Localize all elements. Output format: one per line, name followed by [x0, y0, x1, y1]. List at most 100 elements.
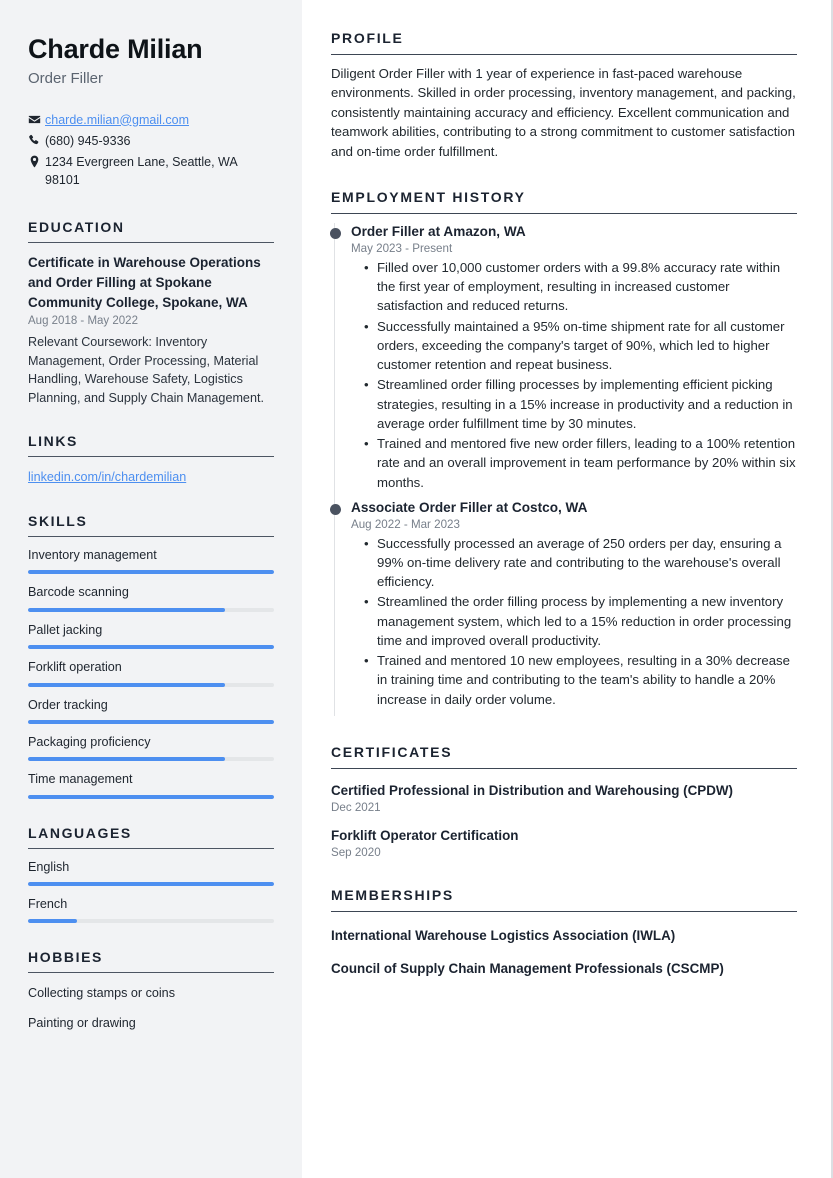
skill-item: Packaging proficiency	[28, 734, 274, 762]
profile-text: Diligent Order Filler with 1 year of exp…	[331, 66, 796, 159]
employment-date: Aug 2022 - Mar 2023	[351, 517, 460, 531]
employment-entry: Associate Order Filler at Costco, WA Aug …	[329, 499, 797, 716]
skill-item-label: Barcode scanning	[28, 585, 129, 600]
certificate-date: Dec 2021	[331, 801, 381, 815]
skill-item-label: Time management	[28, 772, 133, 787]
memberships-heading: MEMBERSHIPS	[331, 887, 797, 913]
languages-list: English French	[28, 859, 274, 924]
contact-email[interactable]: charde.milian@gmail.com	[45, 111, 274, 129]
employment-section: EMPLOYMENT HISTORY Order Filler at Amazo…	[329, 189, 797, 716]
skill-item-label: Pallet jacking	[28, 622, 103, 637]
skill-item: Forklift operation	[28, 659, 274, 687]
memberships-list: International Warehouse Logistics Associ…	[331, 927, 797, 978]
skill-item-bar-track	[28, 570, 274, 575]
contact-address: 1234 Evergreen Lane, Seattle, WA 98101	[45, 154, 238, 187]
skill-item-bar-fill	[28, 794, 274, 799]
language-item-bar-fill	[28, 881, 274, 886]
skill-item-bar-fill	[28, 757, 225, 762]
employment-role: Associate Order Filler at Costco, WA	[351, 499, 588, 515]
contact-row-phone: (680) 945-9336	[28, 132, 274, 150]
employment-timeline: Order Filler at Amazon, WA May 2023 - Pre…	[329, 223, 797, 716]
skill-item-bar-track	[28, 757, 274, 762]
skill-item: Order tracking	[28, 697, 274, 724]
language-item-bar-track	[28, 919, 274, 924]
skill-item-bar-track	[28, 682, 274, 687]
employment-role: Order Filler at Amazon, WA	[351, 224, 526, 240]
skill-item-bar-track	[28, 607, 274, 612]
skill-item-bar-fill	[28, 719, 274, 724]
list-item: Streamlined order filling processes by i…	[364, 375, 797, 433]
employment-date: May 2023 - Present	[351, 241, 453, 255]
skill-item-bar-fill	[28, 682, 225, 687]
skill-item-bar-fill	[28, 645, 274, 650]
certificate-date: Sep 2020	[331, 846, 381, 860]
certificates-list: Certified Professional in Distribution a…	[331, 782, 797, 859]
link-linkedin[interactable]: linkedin.com/in/chardemilian	[28, 470, 186, 484]
list-item[interactable]: linkedin.com/in/chardemilian	[28, 469, 274, 487]
skill-item-label: Inventory management	[28, 548, 157, 563]
certificates-section: CERTIFICATES Certified Professional in D…	[331, 744, 797, 859]
language-item-bar-fill	[28, 919, 78, 924]
memberships-section: MEMBERSHIPS International Warehouse Logi…	[331, 887, 797, 978]
membership-item: Council of Supply Chain Management Profe…	[331, 961, 724, 977]
profile-section: PROFILE Diligent Order Filler with 1 yea…	[331, 30, 797, 161]
hobbies-section: HOBBIES Collecting stamps or coins Painti…	[28, 949, 274, 1032]
contact-list: charde.milian@gmail.com (680) 945-9336 1…	[28, 111, 274, 190]
profile-heading: PROFILE	[331, 30, 797, 55]
language-item-bar-track	[28, 881, 274, 886]
candidate-name: Charde Milian	[28, 34, 203, 64]
education-heading: EDUCATION	[28, 219, 274, 244]
skill-item: Barcode scanning	[28, 584, 274, 612]
timeline-dot-icon	[329, 503, 341, 515]
contact-phone: (680) 945-9336	[45, 133, 131, 148]
links-section: LINKS linkedin.com/in/chardemilian	[28, 433, 274, 487]
envelope-icon	[28, 111, 45, 126]
timeline-dot-icon	[329, 228, 341, 240]
contact-email-link[interactable]: charde.milian@gmail.com	[45, 113, 189, 127]
employment-bullets: Filled over 10,000 customer orders with …	[351, 258, 797, 492]
map-pin-icon	[28, 153, 45, 168]
candidate-job-title: Order Filler	[28, 70, 104, 88]
skill-item-label: Order tracking	[28, 697, 108, 712]
membership-item: International Warehouse Logistics Associ…	[331, 928, 676, 944]
skill-item-bar-track	[28, 794, 274, 799]
skills-section: SKILLS Inventory management Barcode scann…	[28, 513, 274, 799]
education-item-description: Relevant Coursework: Inventory Managemen…	[28, 334, 264, 405]
list-item: Trained and mentored 10 new employees, r…	[364, 651, 797, 709]
education-section: EDUCATION Certificate in Warehouse Opera…	[28, 219, 274, 407]
education-item: Certificate in Warehouse Operations and …	[28, 253, 274, 407]
skill-item: Pallet jacking	[28, 622, 274, 650]
skill-item: Time management	[28, 771, 274, 799]
links-heading: LINKS	[28, 433, 274, 458]
list-item: Filled over 10,000 customer orders with …	[364, 258, 797, 316]
languages-section: LANGUAGES English French	[28, 825, 274, 924]
certificates-heading: CERTIFICATES	[331, 744, 797, 769]
main-column: PROFILE Diligent Order Filler with 1 yea…	[302, 0, 831, 1178]
language-item-label: French	[28, 896, 68, 911]
skill-item-bar-track	[28, 719, 274, 724]
sidebar: Charde Milian Order Filler charde.milian…	[0, 0, 302, 1178]
certificate-title: Forklift Operator Certification	[331, 828, 519, 844]
list-item: Successfully maintained a 95% on-time sh…	[364, 317, 797, 375]
skill-item-label: Packaging proficiency	[28, 734, 151, 749]
hobby-item: Collecting stamps or coins	[28, 986, 175, 1001]
employment-bullets: Successfully processed an average of 250…	[351, 534, 797, 709]
skill-item: Inventory management	[28, 547, 274, 575]
list-item: Successfully processed an average of 250…	[364, 534, 797, 592]
language-item-label: English	[28, 859, 70, 874]
hobbies-list: Collecting stamps or coins Painting or dr…	[28, 984, 274, 1032]
education-item-title: Certificate in Warehouse Operations and …	[28, 255, 261, 310]
contact-row-address: 1234 Evergreen Lane, Seattle, WA 98101	[28, 153, 274, 189]
hobbies-heading: HOBBIES	[28, 949, 274, 974]
resume-page: Charde Milian Order Filler charde.milian…	[0, 0, 833, 1178]
skills-heading: SKILLS	[28, 513, 274, 538]
list-item: Streamlined the order filling process by…	[364, 592, 797, 650]
skill-item-label: Forklift operation	[28, 660, 122, 675]
certificate-entry: Forklift Operator Certification Sep 2020	[331, 827, 797, 859]
education-item-date: Aug 2018 - May 2022	[28, 314, 138, 327]
skills-list: Inventory management Barcode scanning Pall…	[28, 547, 274, 799]
hobby-item: Painting or drawing	[28, 1015, 136, 1030]
skill-item-bar-fill	[28, 607, 225, 612]
phone-icon	[28, 132, 45, 147]
language-item: French	[28, 896, 274, 924]
